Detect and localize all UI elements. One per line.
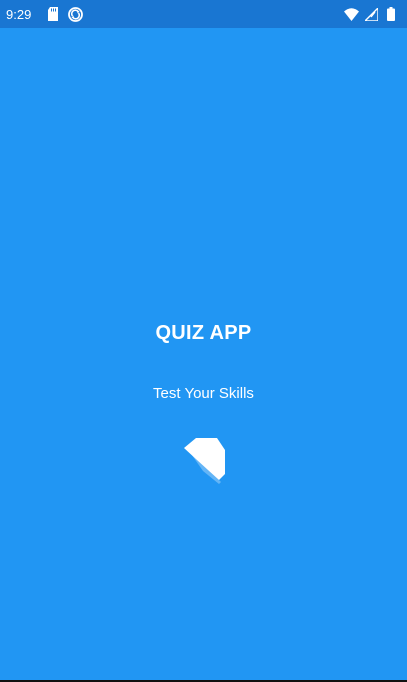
app-subtitle: Test Your Skills	[153, 385, 254, 402]
loading-spinner-icon	[183, 436, 227, 486]
splash-screen: 9:29 QUIZ APP Test Your Skills	[0, 0, 407, 682]
wifi-icon	[343, 6, 359, 22]
sync-icon	[67, 6, 83, 22]
status-time: 9:29	[6, 6, 32, 22]
app-title: QUIZ APP	[155, 322, 252, 344]
battery-icon	[383, 6, 399, 22]
status-bar: 9:29	[0, 0, 407, 28]
sd-card-icon	[45, 6, 61, 22]
status-right-icons	[341, 6, 401, 22]
cell-signal-icon	[363, 6, 379, 22]
